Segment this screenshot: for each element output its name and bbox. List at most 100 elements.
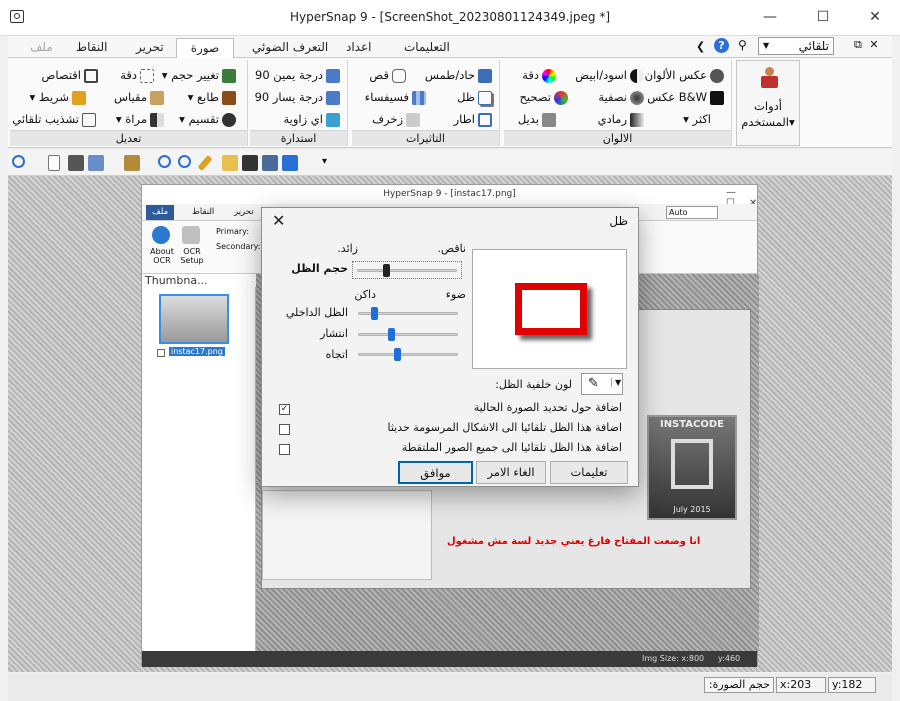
stamp-button[interactable]: طابع ▾ bbox=[188, 88, 239, 106]
frame-button[interactable]: اطار bbox=[454, 110, 495, 128]
customize-toolbar-icon[interactable]: ▾ bbox=[322, 156, 327, 167]
chevron-down-icon: ▼ bbox=[611, 378, 621, 387]
crop-button[interactable]: اقتصاص bbox=[41, 66, 101, 84]
group-rotate: درجة يمين 90 درجة يسار 90 اي زاوية استدا… bbox=[250, 60, 348, 146]
cut-out-button[interactable]: قص bbox=[369, 66, 409, 84]
user-tools-button[interactable]: أدوات المستخدم▾ bbox=[736, 60, 800, 146]
spread-thumb[interactable] bbox=[388, 328, 396, 341]
undo-icon[interactable] bbox=[158, 155, 171, 168]
mosaic-icon bbox=[412, 90, 426, 105]
sharpen-blur-button[interactable]: حاد/طمس bbox=[425, 66, 495, 84]
ok-button[interactable]: موافق bbox=[398, 461, 473, 484]
emboss-icon bbox=[406, 112, 420, 127]
checkbox-new-shapes[interactable] bbox=[279, 424, 290, 435]
black-white-button[interactable]: اسود/ابيض bbox=[575, 66, 647, 84]
checkbox-around-selection[interactable]: ✓ bbox=[279, 404, 290, 415]
tab-settings[interactable]: اعداد bbox=[338, 38, 379, 58]
tab-points[interactable]: النقاط bbox=[68, 38, 115, 58]
halftone-button[interactable]: نصفية bbox=[598, 88, 647, 106]
redo-icon[interactable] bbox=[178, 155, 191, 168]
zoom-icon[interactable] bbox=[12, 155, 25, 168]
shadow-size-label: حجم الظل bbox=[291, 262, 348, 275]
resolution-button[interactable]: دقة bbox=[120, 66, 157, 84]
close-button[interactable]: ✕ bbox=[857, 6, 893, 28]
mirror-button[interactable]: مراة ▾ bbox=[116, 110, 167, 128]
strip-button[interactable]: شريط ▾ bbox=[29, 88, 89, 106]
emboss-button[interactable]: زخرف bbox=[372, 110, 423, 128]
rotate-right-icon bbox=[326, 68, 340, 83]
shadow-size-thumb[interactable] bbox=[382, 264, 390, 277]
direction-label: اتجاه bbox=[325, 348, 348, 361]
invert-bw-button[interactable]: B&W عكس bbox=[647, 88, 727, 106]
scale-button[interactable]: مقياس bbox=[114, 88, 167, 106]
any-angle-button[interactable]: اي زاوية bbox=[283, 110, 343, 128]
open-folder-icon[interactable] bbox=[222, 155, 238, 171]
tab-image[interactable]: صورة bbox=[176, 38, 234, 58]
bw-invert-icon bbox=[710, 90, 724, 105]
upload-icon[interactable] bbox=[282, 155, 298, 171]
check-all-captures[interactable] bbox=[279, 444, 290, 455]
resize-button[interactable]: تغيير حجم ▾ bbox=[162, 66, 239, 84]
search-combobox[interactable]: ▼ تلقائي bbox=[758, 37, 834, 55]
check-around-selection[interactable]: ✓ bbox=[279, 404, 290, 415]
auto-trim-button[interactable]: تشذيب تلقائي bbox=[12, 110, 99, 128]
tab-help[interactable]: التعليمات bbox=[396, 38, 458, 58]
sharpen-icon bbox=[478, 68, 492, 83]
inner-tab-points: النقاط bbox=[192, 207, 215, 217]
checkbox-all-captures[interactable] bbox=[279, 444, 290, 455]
color-depth-button[interactable]: دقة bbox=[522, 66, 559, 84]
cancel-button[interactable]: الغاء الامر bbox=[476, 461, 546, 484]
pencil-icon[interactable] bbox=[197, 154, 213, 172]
copy-icon[interactable] bbox=[88, 155, 104, 171]
light-label: ضوء bbox=[445, 288, 466, 301]
mdi-window-controls[interactable]: ⧉ ✕ bbox=[854, 38, 881, 52]
primary-label: Primary: bbox=[216, 227, 250, 236]
replace-color-button[interactable]: بديل bbox=[518, 110, 559, 128]
help-button[interactable]: تعليمات bbox=[550, 461, 628, 484]
maximize-button[interactable]: ☐ bbox=[805, 6, 841, 28]
paste-icon[interactable] bbox=[124, 155, 140, 171]
bg-color-picker[interactable]: ✎ ▼ bbox=[581, 373, 623, 395]
shadow-button[interactable]: ظل bbox=[457, 88, 495, 106]
mosaic-button[interactable]: فسيفساء bbox=[365, 88, 429, 106]
save-icon[interactable] bbox=[242, 155, 258, 171]
dialog-close-button[interactable]: ✕ bbox=[272, 211, 285, 230]
color-correct-button[interactable]: تصحيح bbox=[520, 88, 572, 106]
tab-ocr[interactable]: التعرف الضوئي bbox=[244, 38, 336, 58]
cut-icon bbox=[392, 68, 406, 83]
group-effects: حاد/طمس قص ظل فسيفساء اطار زخرف التاثيرا… bbox=[352, 60, 500, 146]
direction-thumb[interactable] bbox=[394, 348, 402, 361]
spread-slider[interactable] bbox=[358, 328, 458, 341]
search-icon[interactable]: ⚲ bbox=[738, 38, 747, 52]
grayscale-button[interactable]: رمادي bbox=[598, 110, 647, 128]
rotate-left-button[interactable]: درجة يسار 90 bbox=[255, 88, 343, 106]
inner-shadow-slider[interactable] bbox=[358, 307, 458, 320]
split-button[interactable]: تقسيم ▾ bbox=[179, 110, 239, 128]
more-colors-button[interactable]: اكثر ▾ bbox=[683, 110, 711, 128]
mirror-icon bbox=[150, 112, 164, 127]
tab-file[interactable]: ملف bbox=[22, 38, 61, 58]
inner-zoom-combobox: Auto bbox=[666, 206, 718, 219]
check-new-shapes[interactable] bbox=[279, 424, 290, 435]
ruler-icon bbox=[150, 90, 164, 105]
help-icon[interactable]: ? bbox=[714, 38, 729, 53]
inner-shadow-thumb[interactable] bbox=[370, 307, 378, 320]
print-icon[interactable] bbox=[68, 155, 84, 171]
direction-slider[interactable] bbox=[358, 348, 458, 361]
user-toolbox-icon bbox=[759, 67, 779, 89]
invert-colors-button[interactable]: عكس الألوان bbox=[645, 66, 727, 84]
shadow-less-label: ناقص. bbox=[437, 242, 466, 255]
dark-label: داكن bbox=[354, 288, 376, 301]
tab-edit[interactable]: تحرير bbox=[128, 38, 172, 58]
chevron-left-icon[interactable]: ❮ bbox=[696, 40, 705, 53]
ocr-setup-label: OCR Setup bbox=[180, 247, 204, 265]
capture-icon[interactable] bbox=[262, 155, 278, 171]
rotate-right-button[interactable]: درجة يمين 90 bbox=[255, 66, 343, 84]
new-file-icon[interactable] bbox=[48, 155, 60, 171]
shadow-size-slider[interactable] bbox=[352, 261, 462, 279]
color-wheel-icon bbox=[542, 68, 556, 83]
group-rotate-label: استدارة bbox=[250, 130, 347, 146]
angle-icon bbox=[326, 112, 340, 127]
shadow-more-label: زائد. bbox=[337, 242, 358, 255]
minimize-button[interactable]: — bbox=[752, 6, 788, 28]
